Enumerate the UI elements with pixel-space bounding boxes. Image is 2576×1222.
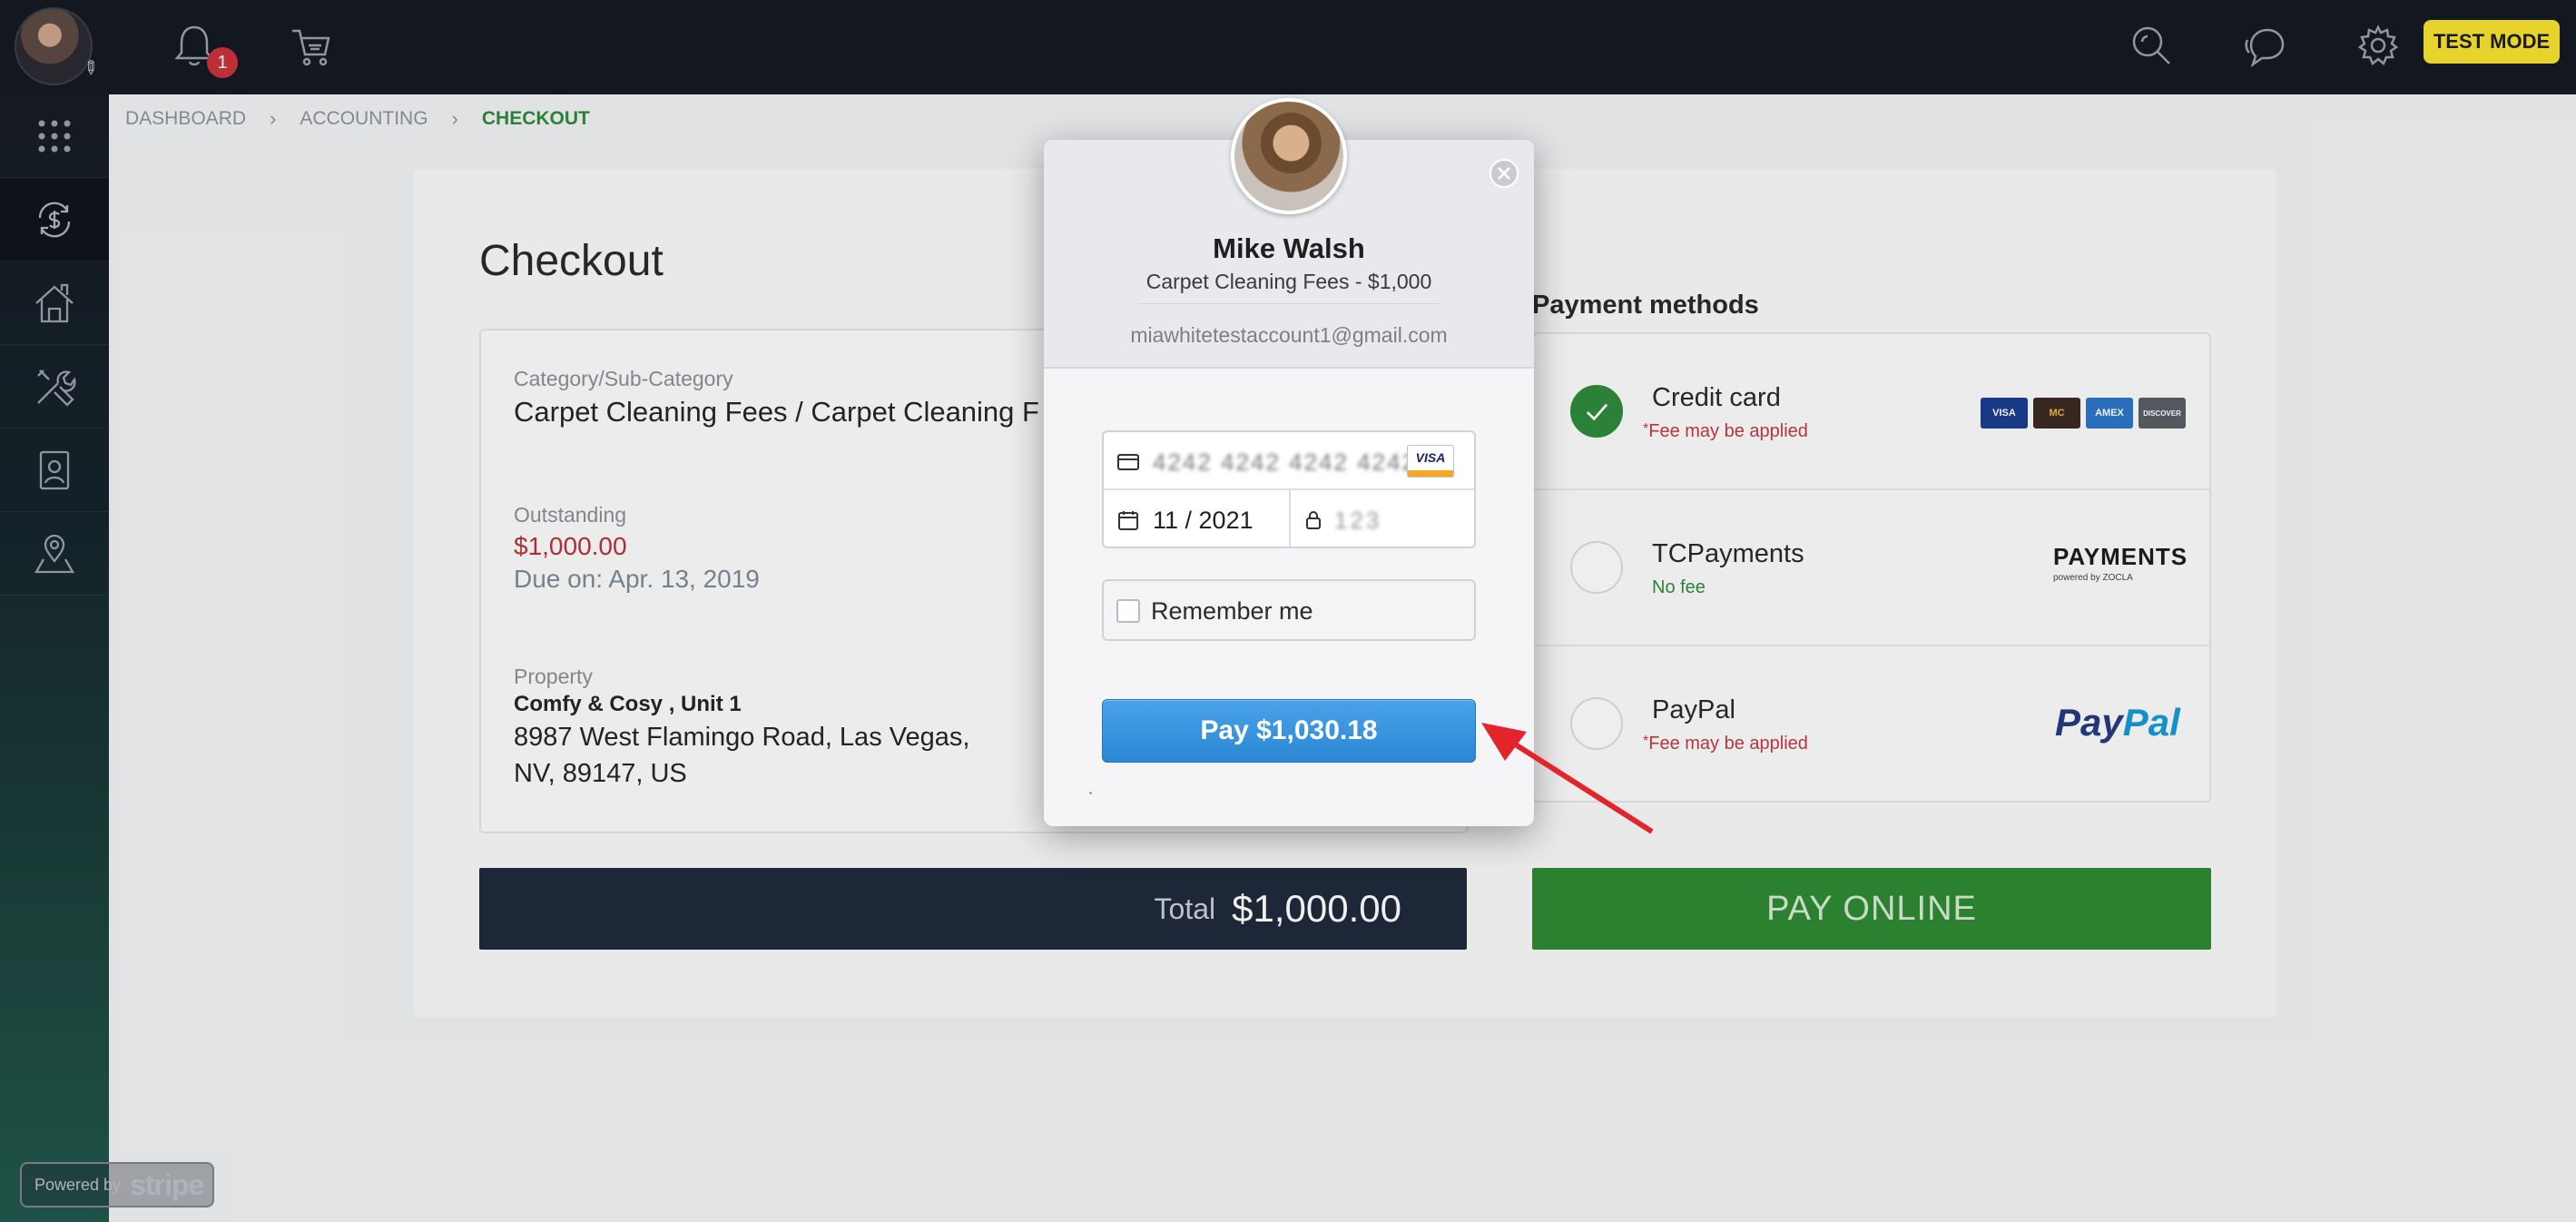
credit-card-icon <box>1117 454 1139 470</box>
payer-email[interactable]: miawhitetestaccount1@gmail.com <box>1044 323 1534 348</box>
card-number-value[interactable]: 4242 4242 4242 4242 <box>1153 448 1417 477</box>
expiry-field[interactable]: 11 / 2021 <box>1153 507 1254 535</box>
footer-dot <box>1089 792 1092 794</box>
remember-me[interactable]: Remember me <box>1102 579 1476 641</box>
divider <box>1138 303 1440 304</box>
pay-button[interactable]: Pay $1,030.18 <box>1102 699 1476 763</box>
visa-badge: VISA <box>1407 445 1454 478</box>
calendar-icon <box>1118 511 1138 530</box>
payer-name: Mike Walsh <box>1213 232 1365 264</box>
lock-icon <box>1306 511 1321 529</box>
payment-description: Carpet Cleaning Fees - $1,000 <box>1145 270 1432 293</box>
remember-me-label: Remember me <box>1151 597 1313 625</box>
field-divider <box>1289 490 1291 547</box>
close-icon[interactable] <box>1489 158 1519 189</box>
annotation-arrow-icon <box>1481 723 1654 834</box>
stripe-checkout-modal: Mike Walsh Carpet Cleaning Fees - $1,000… <box>1044 98 1534 826</box>
remember-me-checkbox[interactable] <box>1116 599 1140 623</box>
card-number-field[interactable]: 4242 4242 4242 4242 VISA <box>1104 432 1474 490</box>
modal-header: Mike Walsh Carpet Cleaning Fees - $1,000… <box>1044 98 1534 369</box>
card-input-group: 4242 4242 4242 4242 VISA 11 / 2021 123 <box>1102 430 1476 548</box>
cvc-field[interactable]: 123 <box>1334 507 1381 535</box>
merchant-avatar <box>1231 98 1347 214</box>
